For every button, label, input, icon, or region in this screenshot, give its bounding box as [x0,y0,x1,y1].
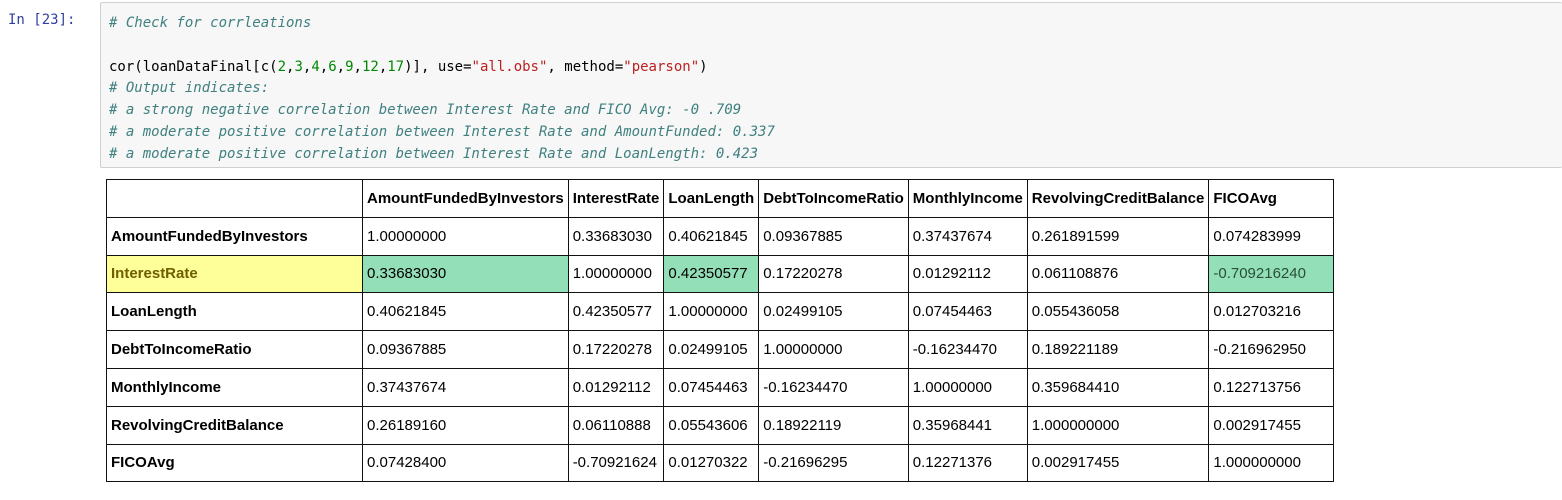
table-cell-highlighted: 0.42350577 [663,254,760,294]
table-row: MonthlyIncome 0.37437674 0.01292112 0.07… [106,367,1335,407]
table-cell: 0.17220278 [758,254,909,294]
table-cell: 0.012703216 [1208,292,1335,332]
table-cell: 0.261891599 [1026,216,1210,256]
table-corner-cell [106,179,363,218]
column-header: LoanLength [663,179,760,218]
table-cell: 0.37437674 [907,216,1028,256]
table-cell: 0.01292112 [907,254,1028,294]
table-cell: 1.00000000 [567,254,665,294]
table-cell-highlighted: -0.709216240 [1208,254,1335,294]
row-label: FICOAvg [106,443,363,483]
table-cell: 0.42350577 [567,292,665,332]
column-header: FICOAvg [1208,179,1335,218]
table-cell: 1.00000000 [907,367,1028,407]
table-row-highlighted: InterestRate 0.33683030 1.00000000 0.423… [106,254,1335,294]
row-label: MonthlyIncome [106,367,363,407]
table-cell: 0.074283999 [1208,216,1335,256]
table-cell: 0.37437674 [362,367,569,407]
code-cor-call: cor(loanDataFinal[c(2,3,4,6,9,12,17)], u… [109,58,708,75]
row-label: RevolvingCreditBalance [106,405,363,445]
table-cell: 0.40621845 [663,216,760,256]
table-cell: 0.09367885 [758,216,909,256]
column-header: RevolvingCreditBalance [1026,179,1210,218]
table-cell: 0.061108876 [1026,254,1210,294]
table-row: AmountFundedByInvestors 1.00000000 0.336… [106,216,1335,256]
column-header: AmountFundedByInvestors [362,179,569,218]
table-cell: -0.70921624 [567,443,665,483]
table-cell: 0.40621845 [362,292,569,332]
table-cell: -0.16234470 [758,367,909,407]
table-cell: 1.00000000 [758,330,909,369]
table-cell: 0.26189160 [362,405,569,445]
table-cell: 0.07428400 [362,443,569,483]
column-header: InterestRate [567,179,665,218]
table-cell: 0.02499105 [758,292,909,332]
table-cell: 0.07454463 [663,367,760,407]
table-cell: 1.00000000 [362,216,569,256]
table-cell: 0.06110888 [567,405,665,445]
table-cell: 0.18922119 [758,405,909,445]
table-cell: 0.02499105 [663,330,760,369]
table-cell: 0.17220278 [567,330,665,369]
code-editor[interactable]: # Check for corrleations cor(loanDataFin… [109,13,775,166]
table-row: FICOAvg 0.07428400 -0.70921624 0.0127032… [106,443,1335,483]
table-cell: 0.33683030 [567,216,665,256]
table-cell: 0.002917455 [1208,405,1335,445]
table-cell: 0.09367885 [362,330,569,369]
table-cell: -0.16234470 [907,330,1028,369]
table-cell: 0.359684410 [1026,367,1210,407]
table-cell: -0.21696295 [758,443,909,483]
code-comment-header: # Check for corrleations [109,15,312,31]
row-label-highlighted: InterestRate [106,254,363,294]
table-cell-highlighted: 0.33683030 [362,254,569,294]
column-header: MonthlyIncome [907,179,1028,218]
row-label: DebtToIncomeRatio [106,330,363,369]
code-comment: # a moderate positive correlation betwee… [109,123,775,140]
table-cell: 0.12271376 [907,443,1028,483]
table-cell: 0.01292112 [567,367,665,407]
table-cell: 0.07454463 [907,292,1028,332]
code-comment: # a strong negative correlation between … [109,102,742,119]
code-comment: # a moderate positive correlation betwee… [109,145,759,162]
table-header-row: AmountFundedByInvestors InterestRate Loa… [106,179,1335,218]
table-cell: 1.000000000 [1208,443,1335,483]
table-cell: 0.189221189 [1026,330,1210,369]
code-comment: # Output indicates: [109,80,270,97]
table-cell: 0.122713756 [1208,367,1335,407]
table-cell: 1.000000000 [1026,405,1210,445]
table-row: LoanLength 0.40621845 0.42350577 1.00000… [106,292,1335,332]
table-cell: 0.002917455 [1026,443,1210,483]
table-cell: 0.01270322 [663,443,760,483]
cell-output: AmountFundedByInvestors InterestRate Loa… [106,179,1335,483]
table-cell: -0.216962950 [1208,330,1335,369]
table-cell: 0.35968441 [907,405,1028,445]
table-cell: 0.05543606 [663,405,760,445]
table-row: DebtToIncomeRatio 0.09367885 0.17220278 … [106,330,1335,369]
table-row: RevolvingCreditBalance 0.26189160 0.0611… [106,405,1335,445]
row-label: LoanLength [106,292,363,332]
table-cell: 1.00000000 [663,292,760,332]
column-header: DebtToIncomeRatio [758,179,909,218]
correlation-table: AmountFundedByInvestors InterestRate Loa… [106,179,1335,483]
input-prompt: In [23]: [8,12,76,28]
table-cell: 0.055436058 [1026,292,1210,332]
row-label: AmountFundedByInvestors [106,216,363,256]
code-cell-input[interactable]: # Check for corrleations cor(loanDataFin… [100,2,1562,168]
